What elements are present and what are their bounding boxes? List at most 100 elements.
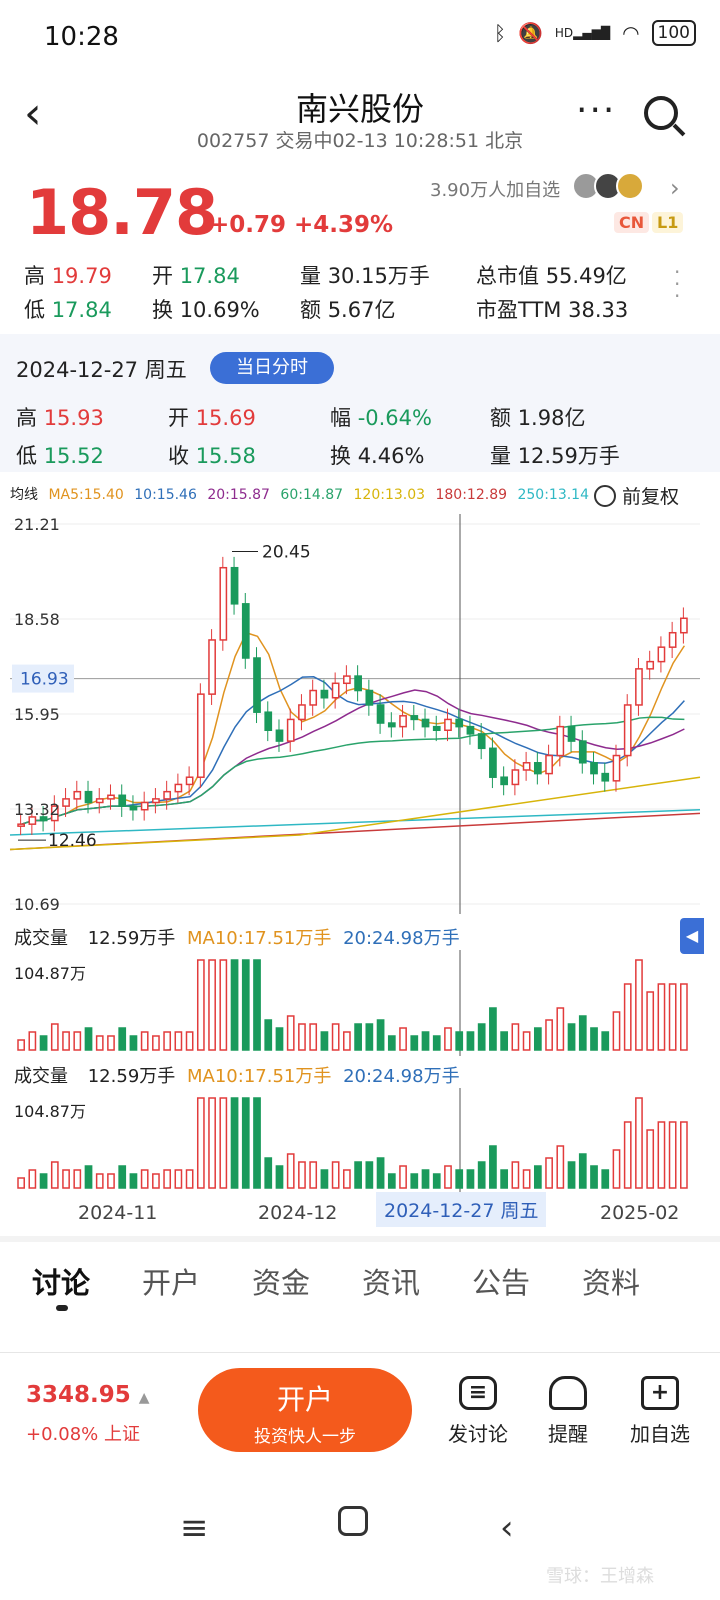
volume-bar — [578, 1015, 587, 1051]
x-label-nov: 2024-11 — [78, 1202, 158, 1224]
current-price: 18.78 — [26, 176, 218, 249]
ma120-label: 120:13.03 — [353, 487, 426, 503]
tab-funds[interactable]: 资金 — [252, 1260, 310, 1302]
candle — [612, 754, 621, 782]
volume-bar — [466, 1031, 475, 1051]
back-nav-icon[interactable]: ‹ — [500, 1508, 514, 1548]
volume-bar — [230, 959, 239, 1051]
volume-bar — [174, 1169, 183, 1189]
candle — [545, 754, 553, 775]
more-vertical-icon[interactable]: · · · — [674, 262, 680, 306]
tab-discussion[interactable]: 讨论 — [32, 1260, 90, 1302]
volume-bar — [432, 1035, 441, 1051]
more-icon[interactable]: ··· — [576, 90, 616, 131]
volume-bar — [39, 1035, 48, 1051]
volume-bar — [219, 1097, 228, 1189]
volume-bar — [163, 1031, 172, 1051]
candle — [444, 718, 452, 732]
volume-bar — [39, 1173, 48, 1189]
day-close: 收 15.58 — [168, 444, 256, 468]
volume-bar — [646, 991, 655, 1051]
candle — [343, 675, 351, 685]
candle — [152, 798, 160, 804]
volume-bar — [185, 1031, 194, 1051]
volume-bar — [668, 1121, 677, 1189]
candle — [140, 801, 149, 811]
volume-bar — [17, 1039, 25, 1051]
ma10-label: 10:15.46 — [134, 487, 197, 503]
volume-bar — [163, 1169, 172, 1189]
candle — [556, 725, 565, 757]
volume-bar — [635, 1097, 643, 1189]
volume-bar — [95, 1035, 104, 1051]
kline-chart[interactable]: 21.21 18.58 15.95 13.32 10.69 16.93 20.45 12.46 — [0, 514, 720, 914]
candle — [107, 794, 115, 800]
day-amount: 额 1.98亿 — [490, 406, 586, 430]
volume-bar — [152, 1173, 160, 1189]
tab-profile[interactable]: 资料 — [582, 1260, 640, 1302]
volume-bar — [623, 983, 632, 1051]
volume-bar — [567, 1023, 576, 1051]
divider — [0, 1236, 720, 1242]
add-watchlist-button[interactable]: + 加自选 — [620, 1376, 700, 1447]
volume-panel-title-2: 成交量 12.59万手 MA10:17.51万手 20:24.98万手 — [14, 1066, 460, 1087]
volume-chart-1[interactable] — [0, 950, 720, 1056]
volume-bar — [477, 1023, 486, 1051]
candle — [376, 704, 385, 724]
volume-bar — [50, 1023, 59, 1051]
collapse-icon[interactable]: ◀ — [680, 918, 704, 954]
post-discussion-button[interactable]: ≡ 发讨论 — [438, 1376, 518, 1447]
volume-chart-2[interactable] — [0, 1088, 720, 1194]
candle — [680, 617, 688, 634]
menu-nav-icon[interactable]: ≡ — [180, 1508, 209, 1548]
quote-volume: 量 30.15万手 — [300, 264, 430, 288]
volume-bar — [410, 1173, 419, 1189]
market-tag-l1: L1 — [652, 212, 684, 233]
home-nav-icon[interactable] — [338, 1506, 368, 1536]
volume-bar — [275, 1165, 284, 1189]
volume-bar — [28, 1169, 37, 1189]
volume-bar — [399, 1165, 407, 1189]
volume-bar — [444, 1027, 452, 1051]
chevron-right-icon[interactable]: › — [670, 174, 680, 202]
min-price-label: 12.46 — [48, 831, 97, 851]
candle — [320, 689, 329, 699]
tab-account[interactable]: 开户 — [142, 1260, 200, 1302]
candle — [399, 715, 407, 728]
intraday-button[interactable]: 当日分时 — [210, 352, 334, 384]
x-label-dec: 2024-12 — [258, 1202, 338, 1224]
day-volume: 量 12.59万手 — [490, 444, 620, 468]
volume-bar — [298, 1023, 306, 1051]
ma-line — [21, 716, 685, 825]
followers-count[interactable]: 3.90万人加自选 — [430, 176, 560, 202]
volume-bar — [28, 1031, 37, 1051]
candle — [331, 682, 340, 699]
open-account-button[interactable]: 开户 投资快人一步 — [198, 1368, 412, 1452]
candle — [477, 733, 486, 750]
search-icon[interactable] — [644, 96, 678, 130]
ma5-label: MA5:15.40 — [48, 487, 124, 503]
day-open: 开 15.69 — [168, 406, 256, 430]
price-adjust-toggle[interactable]: 前复权 — [594, 482, 679, 509]
volume-bar — [522, 1031, 531, 1051]
index-change[interactable]: +0.08% 上证 — [26, 1420, 140, 1446]
volume-bar — [601, 1169, 610, 1189]
alert-button[interactable]: 提醒 — [528, 1376, 608, 1447]
follower-avatars[interactable] — [572, 172, 644, 200]
volume-bar — [545, 1157, 553, 1189]
volume-bar — [17, 1177, 25, 1189]
price-change: +0.79 +4.39% — [210, 212, 394, 238]
volume-bar — [545, 1019, 553, 1051]
volume-bar — [533, 1165, 542, 1189]
volume-bar — [466, 1169, 475, 1189]
index-value[interactable]: 3348.95 ▲ — [26, 1382, 150, 1408]
candle — [635, 668, 643, 706]
volume-bar — [241, 1097, 250, 1189]
tab-news[interactable]: 资讯 — [362, 1260, 420, 1302]
volume-bar — [118, 1165, 127, 1189]
volume-bar — [376, 1157, 385, 1189]
volume-bar — [556, 1007, 565, 1051]
tab-announcements[interactable]: 公告 — [472, 1260, 530, 1302]
volume-bar — [354, 1023, 362, 1051]
volume-bar — [129, 1035, 138, 1051]
